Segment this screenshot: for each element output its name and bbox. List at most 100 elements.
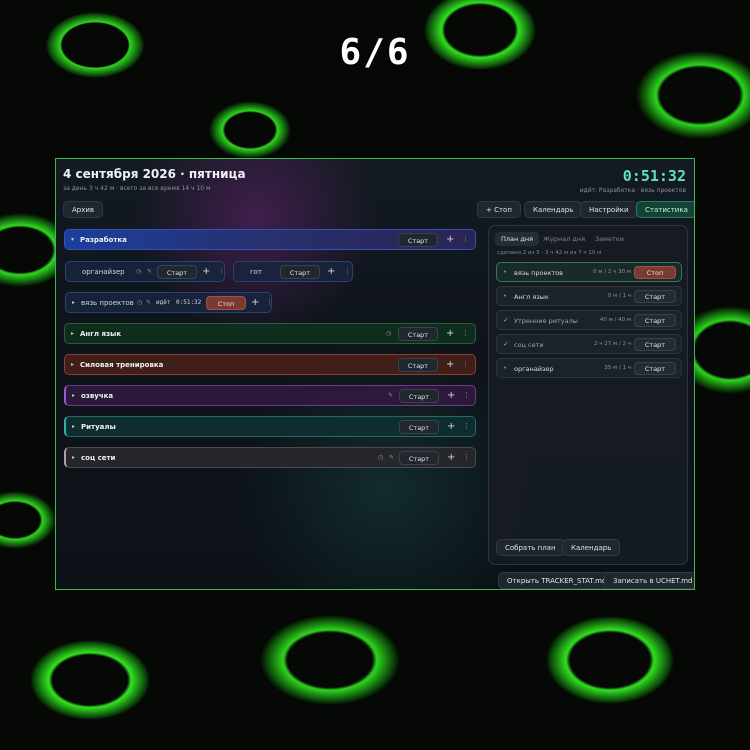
plan-item-name: Утренние ритуалы bbox=[514, 317, 578, 325]
plan-item[interactable]: • вязь проектов 0 м / 2 ч 30 м Стоп bbox=[496, 262, 682, 282]
chevron-right-icon[interactable]: ▸ bbox=[71, 361, 74, 368]
tab-day-journal[interactable]: Журнал дня bbox=[537, 232, 591, 246]
archive-button[interactable]: Архив bbox=[63, 201, 104, 218]
plan-item[interactable]: ✓ Утренние ритуалы 40 м / 40 м Старт bbox=[496, 310, 682, 330]
plan-item-name: соц сети bbox=[514, 341, 544, 349]
day-plan-panel: План дня Журнал дня Заметки сделано 2 из… bbox=[488, 225, 688, 565]
start-button[interactable]: Старт bbox=[398, 233, 438, 247]
more-icon[interactable]: ⋮ bbox=[266, 298, 273, 306]
plan-item-time: 2 ч 27 м / 2 ч bbox=[594, 341, 631, 347]
plan-item-name: вязь проектов bbox=[514, 269, 563, 277]
more-icon[interactable]: ⋮ bbox=[463, 422, 470, 430]
chevron-right-icon[interactable]: ▸ bbox=[72, 454, 75, 461]
page-title: 4 сентября 2026 · пятница bbox=[63, 167, 246, 181]
slide-counter: 6/6 bbox=[339, 32, 411, 73]
start-button[interactable]: Старт bbox=[399, 389, 439, 403]
check-icon: ✓ bbox=[503, 340, 509, 348]
app-window: 4 сентября 2026 · пятница за день 3 ч 42… bbox=[55, 158, 695, 590]
chevron-right-icon[interactable]: ▸ bbox=[72, 392, 75, 399]
add-icon[interactable]: + bbox=[327, 266, 335, 277]
plan-item-name: Англ язык bbox=[514, 293, 549, 301]
more-icon[interactable]: ⋮ bbox=[344, 267, 351, 275]
start-button[interactable]: Старт bbox=[280, 265, 320, 279]
stop-button[interactable]: Стоп bbox=[206, 296, 246, 310]
start-button[interactable]: Старт bbox=[634, 338, 676, 351]
start-button[interactable]: Старт bbox=[634, 290, 676, 303]
task-row-english[interactable]: ▸ Англ язык ◷ Старт + ⋮ bbox=[64, 323, 476, 344]
start-button[interactable]: Старт bbox=[398, 327, 438, 341]
start-button[interactable]: Старт bbox=[634, 314, 676, 327]
clock-icon: ◷ bbox=[386, 330, 392, 337]
task-row-rituals[interactable]: ▸ Ритуалы Старт + ⋮ bbox=[64, 416, 476, 437]
pen-icon: ✎ bbox=[147, 268, 153, 275]
panel-calendar-button[interactable]: Календарь bbox=[562, 539, 621, 556]
plan-item-time: 35 м / 1 ч bbox=[604, 365, 631, 371]
task-row-social[interactable]: ▸ соц сети ◷ ✎ Старт + ⋮ bbox=[64, 447, 476, 468]
start-button[interactable]: Старт bbox=[399, 420, 439, 434]
running-task-label: идёт: Разработка · вязь проектов bbox=[579, 187, 686, 194]
task-row-voiceover[interactable]: ▸ озвучка ✎ Старт + ⋮ bbox=[64, 385, 476, 406]
task-name: Ритуалы bbox=[81, 423, 116, 431]
start-button[interactable]: Старт bbox=[398, 358, 438, 372]
add-icon[interactable]: + bbox=[446, 359, 454, 370]
chevron-down-icon[interactable]: ▾ bbox=[71, 236, 74, 243]
task-name: озвучка bbox=[81, 392, 114, 400]
subtask-row-organizer[interactable]: органайзер ◷ ✎ Старт + ⋮ bbox=[65, 261, 225, 282]
stop-button[interactable]: Стоп bbox=[634, 266, 676, 279]
chevron-right-icon[interactable]: ▸ bbox=[72, 299, 75, 306]
more-icon[interactable]: ⋮ bbox=[463, 453, 470, 461]
tab-day-plan[interactable]: План дня bbox=[495, 232, 539, 246]
running-timer: 0:51:32 bbox=[622, 167, 686, 185]
plan-summary: сделано 2 из 5 · 3 ч 42 м из 7 ч 10 м bbox=[497, 250, 602, 256]
chevron-right-icon[interactable]: ▸ bbox=[72, 423, 75, 430]
subtask-row-projects[interactable]: ▸ вязь проектов ◷ ✎ идёт 0:51:32 Стоп + … bbox=[65, 292, 273, 313]
settings-button[interactable]: Настройки bbox=[580, 201, 638, 218]
write-uchet-button[interactable]: Записать в UCHET.md bbox=[604, 572, 694, 589]
bullet-icon: • bbox=[503, 268, 508, 276]
add-icon[interactable]: + bbox=[446, 328, 454, 339]
subtask-row-got[interactable]: гот Старт + ⋮ bbox=[233, 261, 353, 282]
plan-item[interactable]: ✓ соц сети 2 ч 27 м / 2 ч Старт bbox=[496, 334, 682, 354]
plan-item[interactable]: • органайзер 35 м / 1 ч Старт bbox=[496, 358, 682, 378]
start-button[interactable]: Старт bbox=[157, 265, 197, 279]
elapsed-time: 0:51:32 bbox=[176, 299, 202, 306]
add-icon[interactable]: + bbox=[447, 421, 455, 432]
statistics-button[interactable]: Статистика bbox=[636, 201, 694, 218]
task-name: Разработка bbox=[80, 236, 127, 244]
calendar-button[interactable]: Календарь bbox=[524, 201, 583, 218]
start-button[interactable]: Старт bbox=[634, 362, 676, 375]
add-icon[interactable]: + bbox=[447, 452, 455, 463]
day-summary: за день 3 ч 42 м · всего за все время 14… bbox=[63, 185, 211, 192]
task-name: Англ язык bbox=[80, 330, 122, 338]
add-icon[interactable]: + bbox=[251, 297, 259, 308]
plan-item-time: 0 м / 1 ч bbox=[607, 293, 631, 299]
pen-icon: ✎ bbox=[146, 299, 152, 306]
more-icon[interactable]: ⋮ bbox=[463, 391, 470, 399]
add-icon[interactable]: + bbox=[446, 234, 454, 245]
bullet-icon: • bbox=[503, 292, 508, 300]
plan-item[interactable]: • Англ язык 0 м / 1 ч Старт bbox=[496, 286, 682, 306]
open-stat-button[interactable]: Открыть TRACKER_STAT.md bbox=[498, 572, 616, 589]
add-icon[interactable]: + bbox=[447, 390, 455, 401]
clock-icon: ◷ bbox=[137, 299, 143, 306]
tab-notes[interactable]: Заметки bbox=[589, 232, 630, 246]
more-icon[interactable]: ⋮ bbox=[218, 267, 225, 275]
chevron-right-icon[interactable]: ▸ bbox=[71, 330, 74, 337]
start-button[interactable]: Старт bbox=[399, 451, 439, 465]
task-row-development[interactable]: ▾ Разработка Старт + ⋮ bbox=[64, 229, 476, 250]
collect-plan-button[interactable]: Собрать план bbox=[496, 539, 565, 556]
more-icon[interactable]: ⋮ bbox=[462, 360, 469, 368]
check-icon: ✓ bbox=[503, 316, 509, 324]
task-name: вязь проектов bbox=[81, 299, 134, 307]
task-name: гот bbox=[250, 268, 263, 276]
pen-icon: ✎ bbox=[389, 454, 395, 461]
plan-item-name: органайзер bbox=[514, 365, 554, 373]
stop-button[interactable]: + Стоп bbox=[477, 201, 521, 218]
more-icon[interactable]: ⋮ bbox=[462, 329, 469, 337]
clock-icon: ◷ bbox=[378, 454, 384, 461]
more-icon[interactable]: ⋮ bbox=[462, 235, 469, 243]
add-icon[interactable]: + bbox=[202, 266, 210, 277]
task-row-strength[interactable]: ▸ Силовая тренировка Старт + ⋮ bbox=[64, 354, 476, 375]
task-name: органайзер bbox=[82, 268, 125, 276]
task-name: соц сети bbox=[81, 454, 116, 462]
